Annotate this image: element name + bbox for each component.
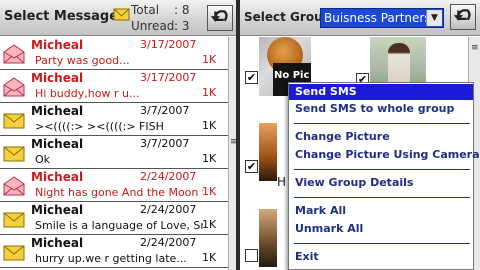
menu-item-unmark-all[interactable]: Unmark All: [289, 221, 473, 237]
total-label: Total: [131, 3, 160, 17]
message-date: 2/24/2007: [140, 236, 197, 249]
message-sender: Micheal: [31, 203, 84, 217]
message-row[interactable]: Micheal 2/24/2007 Night has gone And the M…: [0, 169, 228, 202]
message-row[interactable]: Micheal 2/24/2007 hurry up.we r getting la…: [0, 235, 228, 268]
message-preview: Smile is a language of Love, Smi: [35, 219, 203, 232]
closed-envelope-icon: [3, 245, 25, 261]
unread-count: : 3: [174, 19, 190, 33]
closed-envelope-icon: [3, 113, 25, 129]
message-date: 3/7/2007: [140, 104, 190, 117]
contact-photo[interactable]: [259, 209, 277, 267]
menu-item-mark-all[interactable]: Mark All: [289, 203, 473, 219]
message-panel: Select Message Total : 8 Unread : 3 Mich…: [0, 0, 236, 270]
open-envelope-icon: [3, 176, 25, 196]
message-list-scrollbar[interactable]: ≡: [228, 37, 236, 270]
message-preview: Hi buddy,how r u...: [35, 87, 140, 100]
message-size: 1K: [202, 53, 217, 66]
message-panel-header: Select Message Total : 8 Unread : 3: [0, 0, 236, 36]
menu-separator: [294, 243, 470, 244]
closed-envelope-icon: [3, 212, 25, 228]
back-button[interactable]: [450, 4, 476, 30]
message-row[interactable]: Micheal 3/17/2007 Party was good... 1K: [0, 37, 228, 70]
menu-item-send-sms[interactable]: Send SMS: [289, 84, 473, 100]
message-list: Micheal 3/17/2007 Party was good... 1K Miche…: [0, 37, 228, 270]
message-date: 3/7/2007: [140, 137, 190, 150]
menu-item-send-sms-group[interactable]: Send SMS to whole group: [289, 101, 473, 117]
menu-separator: [294, 169, 470, 170]
message-preview: hurry up.we r getting late...: [35, 252, 187, 265]
message-row[interactable]: Micheal 3/7/2007 ><((((:> ><((((:> FISH 1K: [0, 103, 228, 136]
message-sender: Micheal: [31, 236, 84, 250]
panel-title: Select Message: [4, 9, 119, 24]
message-preview: Ok: [35, 153, 51, 166]
total-count: : 8: [174, 3, 190, 17]
no-pic-label: No Pic: [274, 70, 310, 81]
contact-name-fragment: H: [277, 175, 287, 189]
message-size: 1K: [202, 119, 217, 132]
message-size: 1K: [202, 86, 217, 99]
message-size: 1K: [202, 152, 217, 165]
open-envelope-icon: [3, 77, 25, 97]
contact-checkbox[interactable]: [245, 249, 258, 262]
menu-item-change-picture-camera[interactable]: Change Picture Using Camera: [289, 147, 480, 163]
message-sender: Micheal: [31, 170, 84, 184]
open-envelope-icon: [3, 44, 25, 64]
message-row[interactable]: Micheal 3/7/2007 Ok 1K: [0, 136, 228, 169]
closed-envelope-icon: [3, 146, 25, 162]
envelope-icon: [113, 8, 130, 21]
scrollbar-grip-icon[interactable]: ≡: [471, 43, 479, 53]
group-panel-header: Select Group Buisness Partners ▼: [240, 0, 480, 36]
context-menu: Send SMS Send SMS to whole group Change …: [288, 82, 480, 270]
message-preview: Night has gone And the Moon too.: [35, 186, 203, 199]
message-sender: Micheal: [31, 71, 84, 85]
group-dropdown-value: Buisness Partners: [324, 11, 431, 25]
back-button[interactable]: [207, 5, 233, 31]
message-date: 3/17/2007: [140, 38, 197, 51]
message-size: 1K: [202, 218, 217, 231]
message-size: 1K: [202, 185, 217, 198]
back-arrow-icon: [210, 10, 228, 22]
message-size: 1K: [202, 251, 217, 264]
message-sender: Micheal: [31, 38, 84, 52]
message-row[interactable]: Micheal 2/24/2007 Smile is a language of L…: [0, 202, 228, 235]
unread-label: Unread: [131, 19, 175, 33]
menu-separator: [294, 197, 470, 198]
message-row[interactable]: Micheal 3/17/2007 Hi buddy,how r u... 1K: [0, 70, 228, 103]
contact-checkbox[interactable]: ✔: [245, 71, 258, 84]
group-dropdown[interactable]: Buisness Partners ▼: [320, 8, 444, 28]
menu-item-view-group-details[interactable]: View Group Details: [289, 175, 473, 191]
contact-photo[interactable]: [259, 123, 277, 181]
message-sender: Micheal: [31, 104, 84, 118]
panel-title: Select Group: [244, 10, 332, 24]
dropdown-arrow-icon[interactable]: ▼: [426, 10, 442, 26]
menu-item-exit[interactable]: Exit: [289, 249, 473, 265]
menu-item-change-picture[interactable]: Change Picture: [289, 129, 473, 145]
message-date: 3/17/2007: [140, 71, 197, 84]
message-sender: Micheal: [31, 137, 84, 151]
contact-checkbox[interactable]: ✔: [245, 160, 258, 173]
message-date: 2/24/2007: [140, 203, 197, 216]
message-preview: Party was good...: [35, 54, 130, 67]
message-date: 2/24/2007: [140, 170, 197, 183]
back-arrow-icon: [453, 9, 471, 21]
message-preview: ><((((:> ><((((:> FISH: [35, 120, 164, 133]
menu-separator: [294, 123, 470, 124]
